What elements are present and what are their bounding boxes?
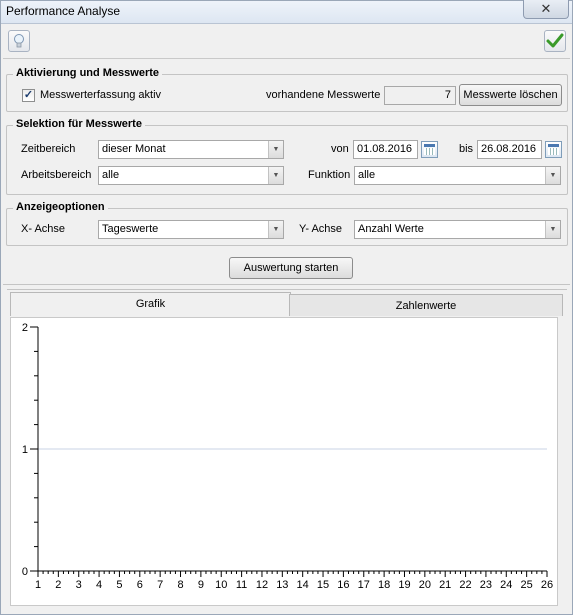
chevron-down-icon: ▼ — [268, 167, 283, 184]
separator — [3, 284, 570, 285]
x-axis-value: Tageswerte — [102, 223, 159, 235]
activation-group-title: Aktivierung und Messwerte — [13, 67, 163, 79]
chart: 0121 2 3 4 5 6 7 8 9 10 11 12 13 14 15 16 17 18 19 20 21 22 23… — [22, 322, 553, 591]
x-tick-label: 22 — [459, 579, 471, 591]
hint-button[interactable] — [8, 30, 30, 52]
chevron-down-icon: ▼ — [268, 221, 283, 238]
y-tick-label: 2 — [22, 322, 28, 334]
x-tick-label: 2 — [55, 579, 61, 591]
funktion-label: Funktion — [308, 169, 351, 181]
x-tick-label: 10 — [215, 579, 227, 591]
selection-group: Selektion für Messwerte Zeitbereich dies… — [6, 118, 568, 195]
selection-group-title: Selektion für Messwerte — [13, 118, 145, 130]
y-tick-label: 1 — [22, 444, 28, 456]
x-tick-label: 17 — [358, 579, 370, 591]
chevron-down-icon: ▼ — [268, 141, 283, 158]
title-bar: Performance Analyse ✕ — [1, 0, 572, 24]
existing-values-count: 7 — [384, 86, 456, 105]
x-tick-label: 13 — [276, 579, 288, 591]
von-calendar-button[interactable] — [421, 141, 438, 158]
x-tick-label: 12 — [256, 579, 268, 591]
x-tick-label: 4 — [96, 579, 102, 591]
tab-zahlenwerte[interactable]: Zahlenwerte — [289, 294, 563, 316]
y-tick-label: 0 — [22, 566, 28, 578]
start-analysis-button[interactable]: Auswertung starten — [229, 257, 353, 279]
x-tick-label: 23 — [480, 579, 492, 591]
x-tick-label: 11 — [236, 579, 247, 591]
x-tick-label: 19 — [398, 579, 410, 591]
zeitbereich-label: Zeitbereich — [21, 143, 76, 155]
x-tick-label: 14 — [297, 579, 309, 591]
x-tick-label: 21 — [439, 579, 451, 591]
x-tick-label: 15 — [317, 579, 329, 591]
chart-panel: 0 1 2 1 2 3 4 5 6 7 8 9 10 11 12 13 14 15 16 17 18 19 20 21 22 23… — [10, 317, 558, 606]
display-options-title: Anzeigeoptionen — [13, 201, 108, 213]
toolbar — [3, 25, 570, 59]
close-icon: ✕ — [540, 1, 552, 16]
chevron-down-icon: ▼ — [545, 167, 560, 184]
lightbulb-icon — [14, 34, 24, 48]
check-icon: ✓ — [23, 89, 34, 101]
x-tick-label: 6 — [137, 579, 143, 591]
x-tick-label: 9 — [198, 579, 204, 591]
close-button[interactable]: ✕ — [523, 0, 569, 19]
ok-button[interactable] — [544, 30, 566, 52]
bis-label: bis — [459, 143, 474, 155]
chevron-down-icon: ▼ — [545, 221, 560, 238]
x-tick-label: 26 — [541, 579, 553, 591]
x-tick-label: 5 — [116, 579, 122, 591]
measurement-active-label: Messwerterfassung aktiv — [40, 89, 162, 101]
x-tick-label: 16 — [337, 579, 349, 591]
zeitbereich-value: dieser Monat — [102, 143, 166, 155]
arbeitsbereich-value: alle — [102, 169, 120, 181]
tab-grafik[interactable]: Grafik — [10, 292, 291, 316]
delete-values-button[interactable]: Messwerte löschen — [459, 84, 562, 106]
zeitbereich-select[interactable]: dieser Monat ▼ — [98, 140, 284, 159]
activation-group: Aktivierung und Messwerte ✓ Messwerterfa… — [6, 67, 568, 112]
x-axis-select[interactable]: Tageswerte ▼ — [98, 220, 284, 239]
x-axis-label: X- Achse — [21, 223, 66, 235]
von-date-input[interactable]: 01.08.2016 — [353, 140, 418, 159]
x-tick-label: 25 — [521, 579, 533, 591]
x-tick-label: 20 — [419, 579, 431, 591]
x-tick-label: 24 — [500, 579, 512, 591]
y-axis-select[interactable]: Anzahl Werte ▼ — [354, 220, 561, 239]
funktion-value: alle — [358, 169, 376, 181]
performance-analyse-window: Performance Analyse ✕ Aktivierung und Me… — [0, 0, 573, 615]
bis-date-input[interactable]: 26.08.2016 — [477, 140, 542, 159]
funktion-select[interactable]: alle ▼ — [354, 166, 561, 185]
x-tick-label: 18 — [378, 579, 390, 591]
display-options-group: Anzeigeoptionen X- Achse Tageswerte ▼ Y-… — [6, 201, 568, 246]
x-tick-label: 8 — [177, 579, 183, 591]
x-tick-label: 1 — [35, 579, 41, 591]
window-title: Performance Analyse — [6, 4, 121, 18]
checkmark-icon — [546, 33, 564, 48]
existing-values-label: vorhandene Messwerte — [266, 89, 381, 101]
bis-calendar-button[interactable] — [545, 141, 562, 158]
x-tick-label: 7 — [157, 579, 163, 591]
x-tick-label: 3 — [76, 579, 82, 591]
y-axis-value: Anzahl Werte — [358, 223, 424, 235]
von-label: von — [331, 143, 349, 155]
arbeitsbereich-select[interactable]: alle ▼ — [98, 166, 284, 185]
measurement-active-checkbox[interactable]: ✓ — [22, 89, 35, 102]
y-axis-label: Y- Achse — [299, 223, 343, 235]
arbeitsbereich-label: Arbeitsbereich — [21, 169, 92, 181]
